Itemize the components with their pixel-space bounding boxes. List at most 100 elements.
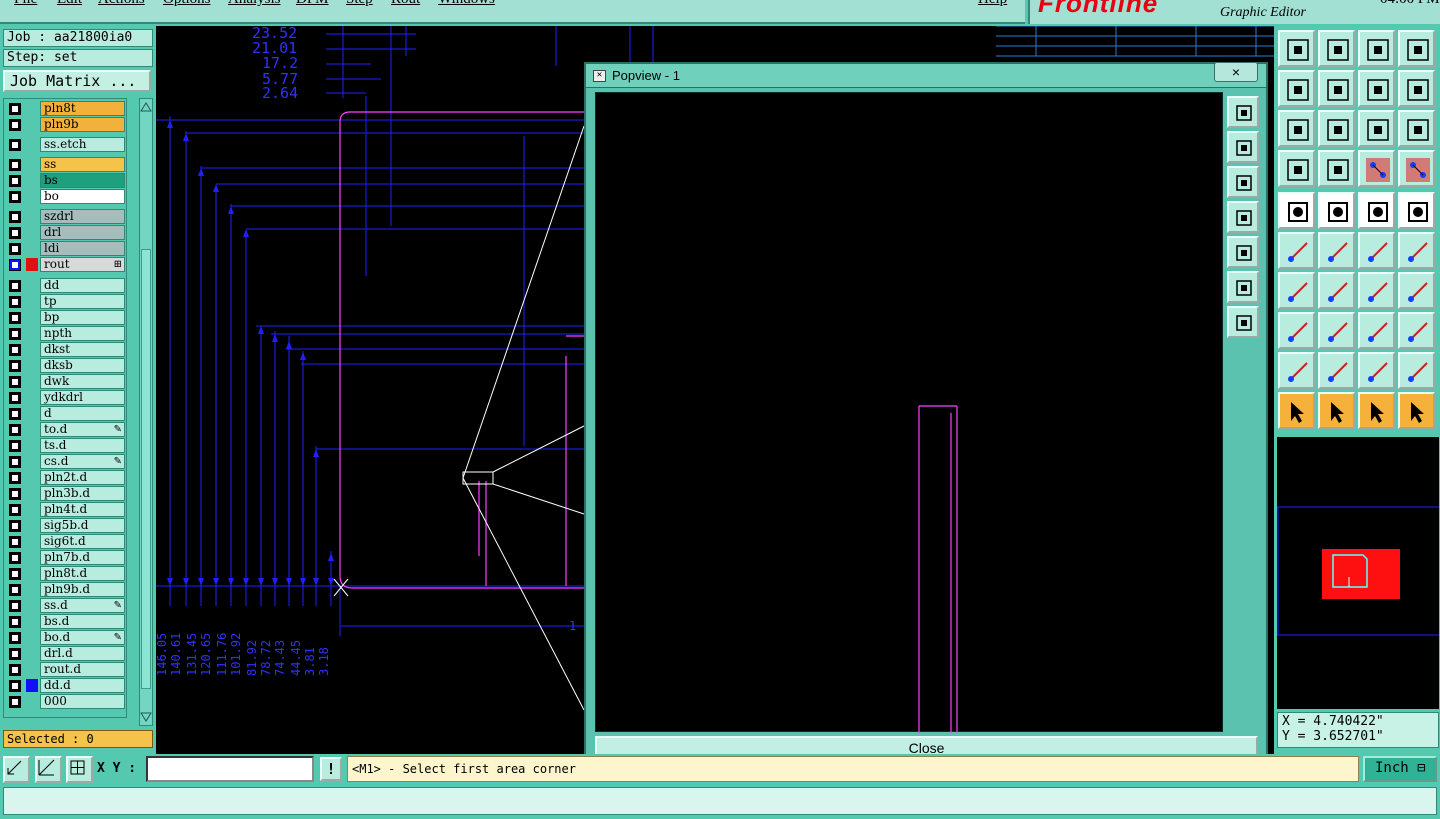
popview-canvas[interactable]	[595, 92, 1223, 733]
tool-button[interactable]	[1398, 232, 1435, 269]
layer-name[interactable]: pln4t.d	[40, 502, 125, 517]
tool-button[interactable]	[1358, 392, 1395, 429]
layer-name[interactable]: pln2t.d	[40, 470, 125, 485]
layer-row[interactable]: pln9b	[4, 117, 126, 132]
tool-button[interactable]	[1278, 192, 1315, 229]
layer-row[interactable]: d	[4, 406, 126, 421]
layer-checkbox[interactable]	[9, 227, 21, 239]
layer-checkbox[interactable]	[9, 536, 21, 548]
layer-row[interactable]: drl.d	[4, 646, 126, 661]
tool-button[interactable]	[1318, 30, 1355, 67]
popview-tool-button[interactable]	[1227, 131, 1259, 163]
layer-checkbox[interactable]	[9, 211, 21, 223]
scroll-thumb[interactable]	[141, 249, 151, 689]
layer-name[interactable]: ydkdrl	[40, 390, 125, 405]
layer-checkbox[interactable]	[9, 632, 21, 644]
menu-help[interactable]: Help	[978, 0, 1007, 8]
popview-tool-button[interactable]	[1227, 166, 1259, 198]
tool-button[interactable]	[1398, 110, 1435, 147]
layer-row[interactable]: pln8t	[4, 101, 126, 116]
layer-checkbox[interactable]	[9, 472, 21, 484]
layer-row[interactable]: ldi	[4, 241, 126, 256]
job-matrix-button[interactable]: Job Matrix ...	[3, 70, 151, 92]
tool-button[interactable]	[1358, 150, 1395, 187]
xy-input[interactable]	[146, 756, 314, 782]
layer-row[interactable]: rout ⊞	[4, 257, 126, 272]
layer-name[interactable]: sig6t.d	[40, 534, 125, 549]
layer-checkbox[interactable]	[9, 696, 21, 708]
layer-checkbox[interactable]	[9, 568, 21, 580]
layer-checkbox[interactable]	[9, 259, 21, 271]
layer-name[interactable]: pln9b	[40, 117, 125, 132]
tool-button[interactable]	[1398, 272, 1435, 309]
popview-tool-button[interactable]	[1227, 271, 1259, 303]
tool-button[interactable]	[1318, 192, 1355, 229]
layer-name[interactable]: bs	[40, 173, 125, 188]
layer-checkbox[interactable]	[9, 440, 21, 452]
layer-row[interactable]: drl	[4, 225, 126, 240]
menu-dfm[interactable]: DFM	[296, 0, 329, 8]
layer-name[interactable]: npth	[40, 326, 125, 341]
layer-name[interactable]: ts.d	[40, 438, 125, 453]
layer-checkbox[interactable]	[9, 648, 21, 660]
layer-checkbox[interactable]	[9, 312, 21, 324]
layer-name[interactable]: ss	[40, 157, 125, 172]
unit-selector[interactable]: Inch ⊟	[1363, 756, 1437, 782]
layer-checkbox[interactable]	[9, 504, 21, 516]
layer-row[interactable]: dd	[4, 278, 126, 293]
tool-button[interactable]	[1318, 272, 1355, 309]
menu-actions[interactable]: Actions	[98, 0, 145, 8]
layer-row[interactable]: bs	[4, 173, 126, 188]
layer-name[interactable]: to.d ✎	[40, 422, 125, 437]
layer-checkbox[interactable]	[9, 139, 21, 151]
layer-name[interactable]: pln8t.d	[40, 566, 125, 581]
layer-checkbox[interactable]	[9, 328, 21, 340]
execute-button[interactable]: !	[320, 757, 342, 781]
layer-row[interactable]: sig5b.d	[4, 518, 126, 533]
layer-row[interactable]: dkst	[4, 342, 126, 357]
tool-button[interactable]	[1358, 232, 1395, 269]
tool-button[interactable]	[1278, 232, 1315, 269]
menu-edit[interactable]: Edit	[57, 0, 82, 8]
layer-name[interactable]: rout ⊞	[40, 257, 125, 272]
tool-button[interactable]	[1398, 150, 1435, 187]
menu-analysis[interactable]: Analysis	[228, 0, 281, 8]
menu-file[interactable]: File	[14, 0, 37, 8]
snap-toggle-button[interactable]	[3, 756, 30, 783]
layer-name[interactable]: pln3b.d	[40, 486, 125, 501]
layer-row[interactable]: ss.d ✎	[4, 598, 126, 613]
layer-checkbox[interactable]	[9, 456, 21, 468]
layer-checkbox[interactable]	[9, 616, 21, 628]
layer-name[interactable]: dksb	[40, 358, 125, 373]
tool-button[interactable]	[1278, 30, 1315, 67]
tool-button[interactable]	[1318, 352, 1355, 389]
layer-row[interactable]: rout.d	[4, 662, 126, 677]
popview-tool-button[interactable]	[1227, 236, 1259, 268]
layer-row[interactable]: pln7b.d	[4, 550, 126, 565]
tool-button[interactable]	[1318, 150, 1355, 187]
tool-button[interactable]	[1278, 70, 1315, 107]
layer-name[interactable]: d	[40, 406, 125, 421]
layer-name[interactable]: dkst	[40, 342, 125, 357]
layer-row[interactable]: tp	[4, 294, 126, 309]
layer-row[interactable]: cs.d ✎	[4, 454, 126, 469]
layer-name[interactable]: ldi	[40, 241, 125, 256]
tool-button[interactable]	[1398, 352, 1435, 389]
tool-button[interactable]	[1278, 352, 1315, 389]
tool-button[interactable]	[1278, 272, 1315, 309]
tool-button[interactable]	[1398, 312, 1435, 349]
layer-name[interactable]: szdrl	[40, 209, 125, 224]
layer-name[interactable]: tp	[40, 294, 125, 309]
layer-checkbox[interactable]	[9, 344, 21, 356]
layer-row[interactable]: pln4t.d	[4, 502, 126, 517]
tool-button[interactable]	[1278, 110, 1315, 147]
layer-name[interactable]: sig5b.d	[40, 518, 125, 533]
tool-button[interactable]	[1358, 272, 1395, 309]
scroll-down-icon[interactable]	[140, 711, 152, 723]
layer-name[interactable]: bo	[40, 189, 125, 204]
tool-button[interactable]	[1318, 392, 1355, 429]
menu-options[interactable]: Options	[163, 0, 211, 8]
layer-row[interactable]: ydkdrl	[4, 390, 126, 405]
layer-checkbox[interactable]	[9, 392, 21, 404]
layer-checkbox[interactable]	[9, 280, 21, 292]
